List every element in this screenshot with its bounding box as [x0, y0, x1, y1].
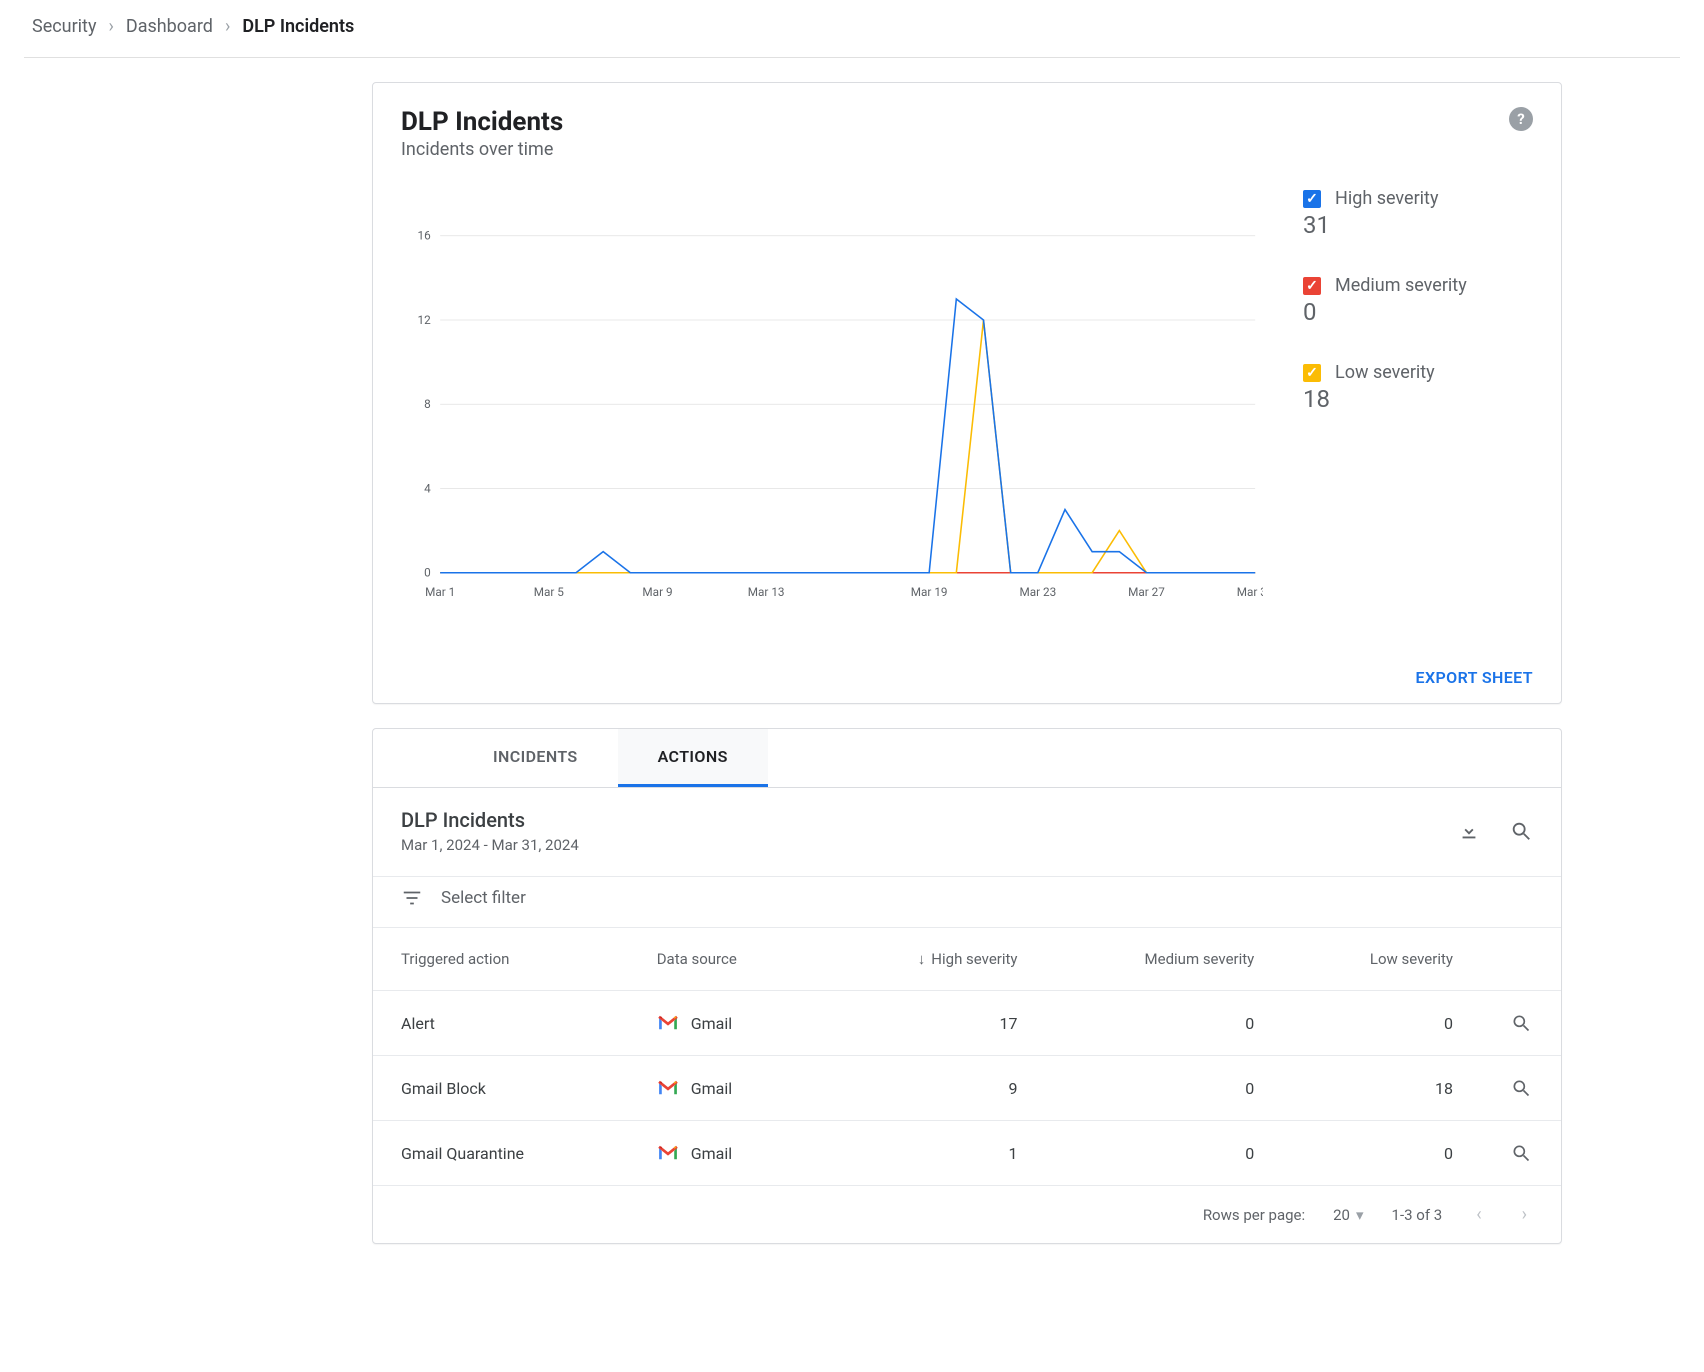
- chart-title: DLP Incidents: [401, 107, 563, 137]
- cell-medium: 0: [1046, 1056, 1283, 1121]
- cell-low: 0: [1282, 1121, 1481, 1186]
- tab-actions[interactable]: ACTIONS: [618, 729, 768, 787]
- col-triggered-action[interactable]: Triggered action: [373, 928, 629, 991]
- chart-subtitle: Incidents over time: [401, 139, 563, 160]
- svg-text:Mar 27: Mar 27: [1128, 585, 1165, 599]
- cell-source: Gmail: [629, 991, 823, 1056]
- legend-toggle-2[interactable]: ✓: [1303, 364, 1321, 382]
- panel-date-range: Mar 1, 2024 - Mar 31, 2024: [401, 836, 579, 854]
- cell-action: Gmail Quarantine: [373, 1121, 629, 1186]
- svg-text:Mar 23: Mar 23: [1019, 585, 1056, 599]
- legend-label: High severity: [1335, 188, 1438, 209]
- col-low-severity[interactable]: Low severity: [1282, 928, 1481, 991]
- svg-text:Mar 19: Mar 19: [911, 585, 948, 599]
- search-icon[interactable]: [1509, 819, 1533, 843]
- cell-source: Gmail: [629, 1121, 823, 1186]
- panel-title: DLP Incidents: [401, 808, 579, 832]
- cell-medium: 0: [1046, 991, 1283, 1056]
- next-page-button[interactable]: ›: [1516, 1204, 1533, 1225]
- breadcrumb-item-security[interactable]: Security: [32, 16, 96, 37]
- legend-toggle-1[interactable]: ✓: [1303, 277, 1321, 295]
- actions-table: Triggered action Data source ↓High sever…: [373, 928, 1561, 1186]
- legend-label: Medium severity: [1335, 275, 1467, 296]
- col-data-source[interactable]: Data source: [629, 928, 823, 991]
- table-row: Gmail Quarantine Gmail 1 0 0: [373, 1121, 1561, 1186]
- svg-text:Mar 5: Mar 5: [534, 585, 565, 599]
- actions-card: INCIDENTSACTIONS DLP Incidents Mar 1, 20…: [372, 728, 1562, 1244]
- gmail-icon: [657, 1015, 679, 1031]
- col-medium-severity[interactable]: Medium severity: [1046, 928, 1283, 991]
- legend-toggle-0[interactable]: ✓: [1303, 190, 1321, 208]
- svg-text:Mar 31: Mar 31: [1237, 585, 1263, 599]
- cell-low: 0: [1282, 991, 1481, 1056]
- legend-value: 18: [1303, 385, 1533, 413]
- cell-high: 17: [823, 991, 1045, 1056]
- svg-text:16: 16: [418, 229, 432, 243]
- rows-per-page-select[interactable]: 20 ▾: [1333, 1206, 1363, 1224]
- cell-action: Gmail Block: [373, 1056, 629, 1121]
- rows-per-page-label: Rows per page:: [1203, 1206, 1305, 1224]
- row-search-icon[interactable]: [1509, 1141, 1533, 1165]
- pagination: Rows per page: 20 ▾ 1-3 of 3 ‹ ›: [373, 1186, 1561, 1243]
- legend-value: 31: [1303, 211, 1533, 239]
- svg-text:12: 12: [418, 313, 432, 327]
- line-chart: 0 4 8 12 16 Mar 1 Mar 5 Mar 9 Mar 13 Mar 19 Mar 23…: [401, 176, 1263, 656]
- cell-high: 9: [823, 1056, 1045, 1121]
- table-row: Gmail Block Gmail 9 0 18: [373, 1056, 1561, 1121]
- chevron-right-icon: ›: [108, 16, 113, 37]
- cell-low: 18: [1282, 1056, 1481, 1121]
- breadcrumb-item-current: DLP Incidents: [242, 16, 354, 37]
- chevron-right-icon: ›: [225, 16, 230, 37]
- svg-text:0: 0: [424, 566, 431, 580]
- sort-desc-icon: ↓: [918, 950, 926, 968]
- gmail-icon: [657, 1145, 679, 1161]
- gmail-icon: [657, 1080, 679, 1096]
- help-icon[interactable]: ?: [1509, 107, 1533, 131]
- breadcrumb-item-dashboard[interactable]: Dashboard: [126, 16, 213, 37]
- page-range: 1-3 of 3: [1392, 1206, 1443, 1224]
- legend-value: 0: [1303, 298, 1533, 326]
- legend-label: Low severity: [1335, 362, 1435, 383]
- cell-high: 1: [823, 1121, 1045, 1186]
- filter-row[interactable]: Select filter: [373, 876, 1561, 928]
- tabs: INCIDENTSACTIONS: [373, 729, 1561, 788]
- prev-page-button[interactable]: ‹: [1470, 1204, 1487, 1225]
- cell-medium: 0: [1046, 1121, 1283, 1186]
- svg-text:8: 8: [424, 397, 431, 411]
- download-icon[interactable]: [1457, 819, 1481, 843]
- tab-incidents[interactable]: INCIDENTS: [453, 729, 618, 787]
- svg-text:Mar 13: Mar 13: [748, 585, 785, 599]
- row-search-icon[interactable]: [1509, 1076, 1533, 1100]
- export-sheet-button[interactable]: EXPORT SHEET: [1416, 668, 1533, 687]
- chart-card: DLP Incidents Incidents over time ? 0 4 8 1…: [372, 82, 1562, 704]
- svg-text:4: 4: [424, 481, 431, 495]
- svg-text:Mar 1: Mar 1: [425, 585, 455, 599]
- col-high-severity[interactable]: ↓High severity: [823, 928, 1045, 991]
- row-search-icon[interactable]: [1509, 1011, 1533, 1035]
- chevron-down-icon: ▾: [1356, 1206, 1364, 1224]
- breadcrumb: Security › Dashboard › DLP Incidents: [24, 0, 1680, 58]
- svg-text:Mar 9: Mar 9: [642, 585, 672, 599]
- filter-placeholder: Select filter: [441, 888, 526, 908]
- table-row: Alert Gmail 17 0 0: [373, 991, 1561, 1056]
- filter-icon: [401, 887, 423, 909]
- cell-source: Gmail: [629, 1056, 823, 1121]
- cell-action: Alert: [373, 991, 629, 1056]
- chart-legend: ✓ High severity 31 ✓ Medium severity 0 ✓…: [1303, 176, 1533, 656]
